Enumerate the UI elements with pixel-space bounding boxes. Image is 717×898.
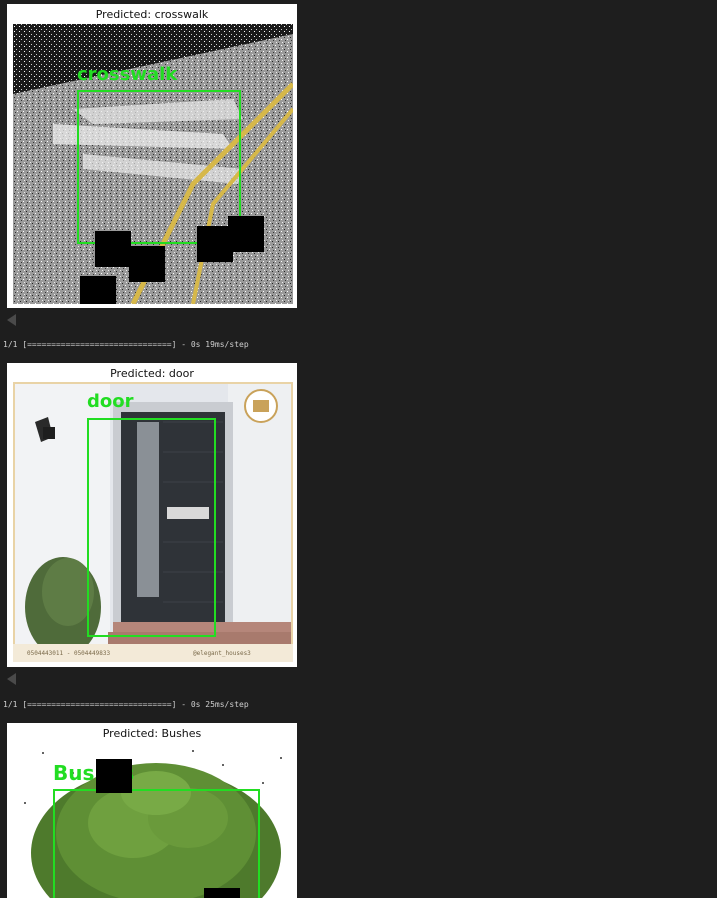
- contact-phone-numbers: 0504443011 - 0504449833: [27, 650, 111, 657]
- scroll-left-icon[interactable]: [7, 314, 16, 326]
- bushes-bounding-box: [53, 789, 260, 898]
- occlusion-patch: [96, 759, 132, 793]
- progress-line: 1/1 [==============================] - 0…: [3, 340, 249, 349]
- prediction-output-bushes: Predicted: Bushes Bushes: [7, 723, 297, 898]
- door-bounding-box: [87, 418, 216, 637]
- bushes-image: Bushes: [13, 743, 293, 898]
- crosswalk-box-label: crosswalk: [77, 64, 178, 85]
- occlusion-patch: [95, 231, 131, 267]
- plot-title: Predicted: crosswalk: [95, 8, 209, 21]
- social-handle: @elegant_houses3: [193, 650, 251, 657]
- prediction-output-crosswalk: Predicted: crosswalk crosswalk: [7, 4, 297, 308]
- scroll-left-icon[interactable]: [7, 673, 16, 685]
- prediction-output-door: Predicted: door door 0504443011 - 050444…: [7, 363, 297, 667]
- occlusion-patch: [228, 216, 264, 252]
- door-box-label: door: [87, 391, 134, 412]
- progress-line: 1/1 [==============================] - 0…: [3, 700, 249, 709]
- crosswalk-bounding-box: [77, 90, 241, 244]
- crosswalk-image: crosswalk: [13, 24, 293, 304]
- occlusion-patch: [80, 276, 116, 304]
- occlusion-patch: [204, 888, 240, 898]
- plot-title: Predicted: Bushes: [102, 727, 202, 740]
- occlusion-patch: [129, 246, 165, 282]
- door-image: door 0504443011 - 0504449833 @elegant_ho…: [13, 382, 293, 662]
- plot-title: Predicted: door: [110, 367, 194, 380]
